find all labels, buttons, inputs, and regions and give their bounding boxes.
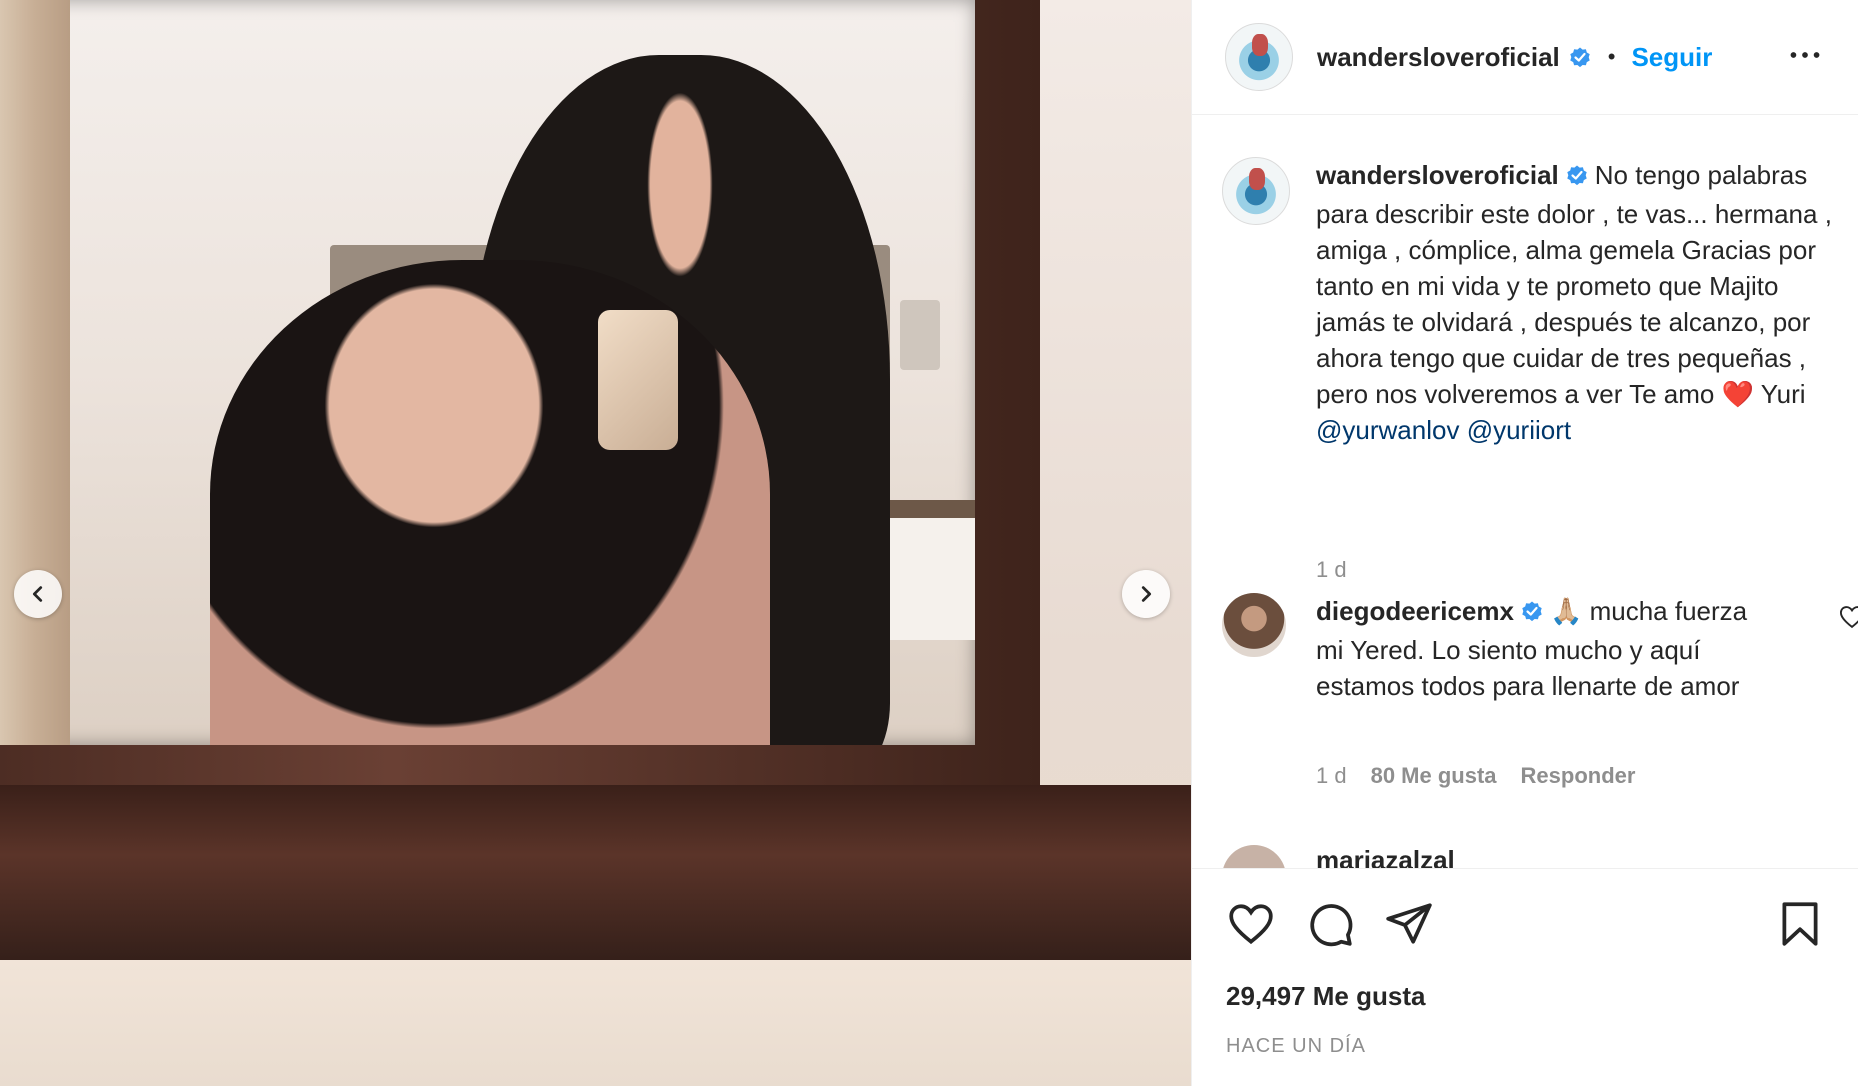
previous-media-button[interactable] [14, 570, 62, 618]
caption-signoff: Yuri [1760, 379, 1806, 409]
verified-badge-icon [1565, 160, 1589, 196]
red-heart-emoji: ❤️ [1721, 379, 1754, 409]
save-button[interactable] [1775, 899, 1825, 949]
more-options-button[interactable] [1787, 40, 1823, 70]
chevron-left-icon [32, 586, 43, 602]
post-side-panel: wandersloveroficial • Seguir wanderslove… [1191, 0, 1858, 1086]
mention-link-1[interactable]: @yurwanlov [1316, 415, 1459, 445]
verified-badge-icon [1520, 596, 1544, 632]
comment-bubble-icon [1310, 904, 1353, 947]
caption-author-avatar[interactable] [1222, 157, 1290, 225]
paper-plane-icon [1386, 903, 1432, 944]
post-likes-count[interactable]: 29,497 Me gusta [1226, 981, 1425, 1012]
caption-username[interactable]: wandersloveroficial [1316, 160, 1559, 190]
author-avatar[interactable] [1225, 23, 1293, 91]
counter-ledge [0, 960, 1191, 1086]
mirror-frame-bottom [0, 785, 1191, 960]
like-button[interactable] [1226, 899, 1276, 949]
share-button[interactable] [1384, 899, 1434, 949]
comment-likes-count[interactable]: 80 Me gusta [1371, 763, 1497, 789]
post-header: wandersloveroficial • Seguir [1192, 0, 1858, 115]
comments-section[interactable]: wandersloveroficial No tengo palabras par… [1192, 115, 1858, 868]
partial-commenter-username[interactable]: mariazalzal [1316, 845, 1455, 868]
verified-badge-icon [1568, 45, 1592, 69]
praying-hands-emoji: 🙏🏼 [1549, 596, 1583, 626]
partial-comment-item: mariazalzal [1222, 845, 1842, 868]
commenter-username[interactable]: diegodeericemx [1316, 596, 1514, 626]
comment-meta: 1 d 80 Me gusta Responder [1316, 763, 1635, 789]
next-media-button[interactable] [1122, 570, 1170, 618]
caption-body: No tengo palabras para describir este do… [1316, 160, 1832, 409]
post-timestamp[interactable]: HACE UN DÍA [1226, 1035, 1366, 1058]
partial-commenter-avatar[interactable] [1222, 845, 1286, 868]
lamp [900, 300, 940, 370]
curtain [0, 0, 70, 745]
mirror-reflection [0, 0, 975, 745]
comment-timestamp[interactable]: 1 d [1316, 763, 1347, 789]
bookmark-icon [1782, 902, 1818, 946]
person-seated [210, 260, 770, 745]
comment-button[interactable] [1305, 899, 1355, 949]
caption-text-block: wandersloveroficial No tengo palabras par… [1316, 157, 1840, 448]
heart-outline-icon [1229, 904, 1273, 945]
more-options-icon [1790, 52, 1820, 58]
post-media[interactable] [0, 0, 1191, 1086]
comment-text-block: diegodeericemx 🙏🏼 mucha fuerza mi Yered. … [1316, 593, 1776, 704]
mention-link-2[interactable]: @yuriiort [1467, 415, 1571, 445]
comment-reply-button[interactable]: Responder [1521, 763, 1636, 789]
author-username[interactable]: wandersloveroficial [1317, 42, 1560, 73]
commenter-avatar[interactable] [1222, 593, 1286, 657]
follow-button[interactable]: Seguir [1631, 42, 1712, 73]
header-separator: • [1607, 44, 1616, 69]
phone [598, 310, 678, 450]
chevron-right-icon [1141, 586, 1152, 602]
heart-outline-icon [1839, 606, 1858, 629]
comment-like-button[interactable] [1838, 603, 1858, 631]
post-actions: 29,497 Me gusta HACE UN DÍA [1192, 868, 1858, 1086]
caption-timestamp[interactable]: 1 d [1316, 557, 1347, 583]
